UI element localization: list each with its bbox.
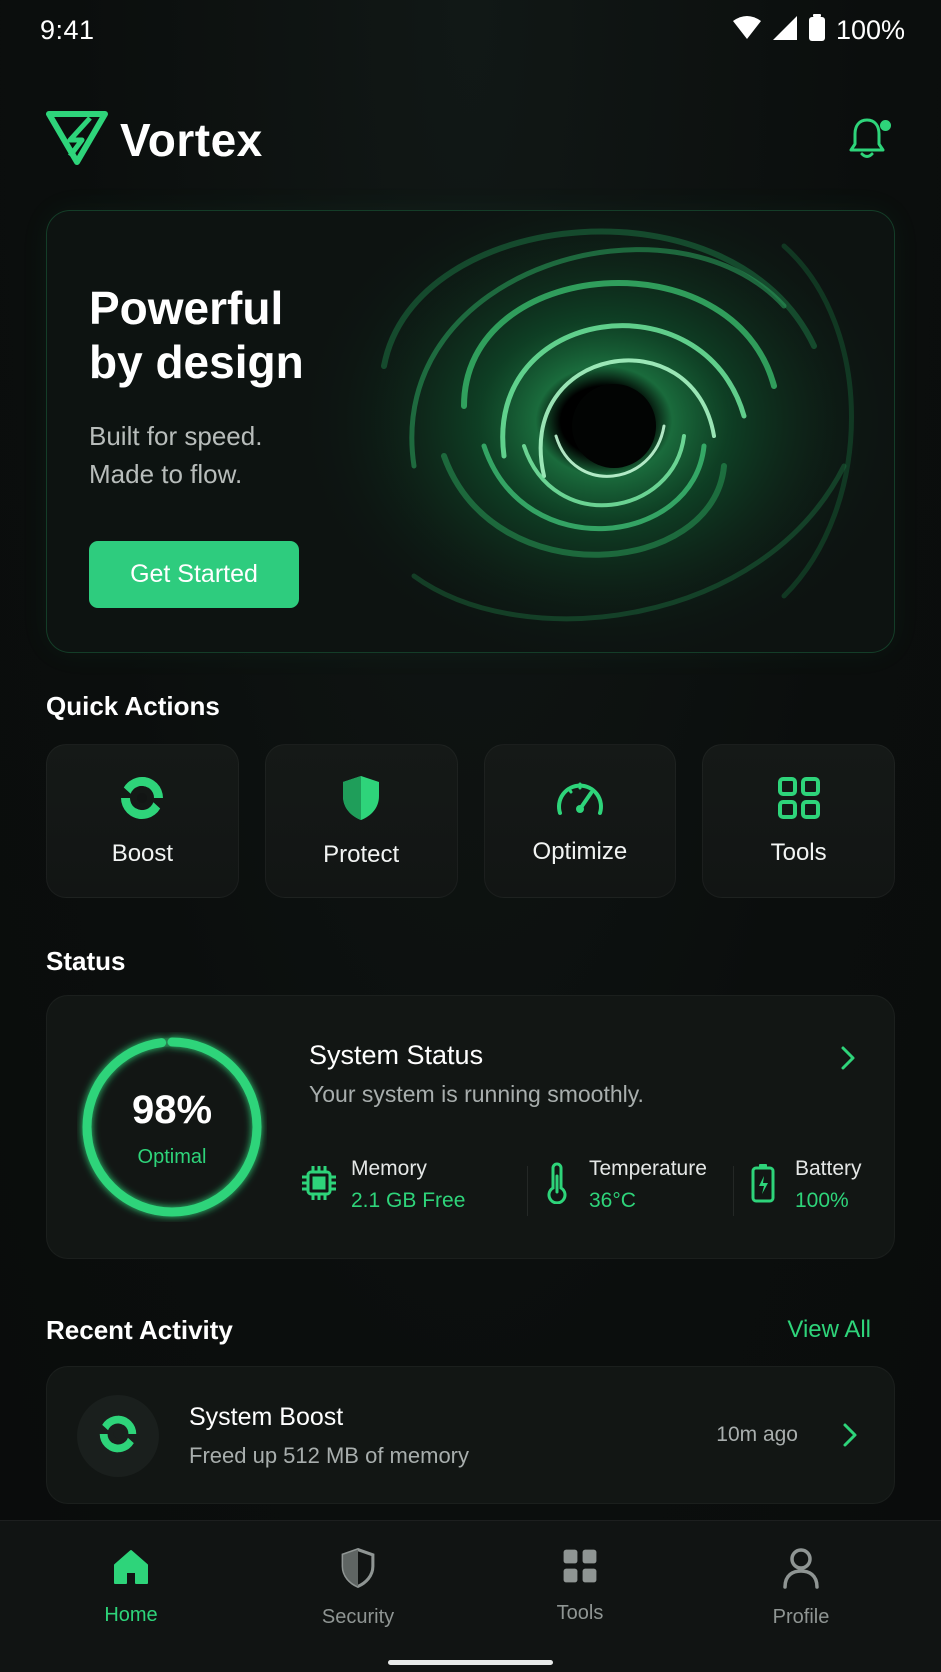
- app-header: Vortex: [46, 104, 895, 176]
- activity-item[interactable]: System Boost Freed up 512 MB of memory 1…: [46, 1366, 895, 1504]
- nav-item-tools[interactable]: Tools: [490, 1547, 670, 1625]
- nav-item-security[interactable]: Security: [268, 1547, 448, 1629]
- nav-item-home[interactable]: Home: [41, 1547, 221, 1627]
- quick-action-tools[interactable]: Tools: [702, 744, 895, 898]
- metric-name: Temperature: [589, 1157, 707, 1180]
- cellular-signal-icon: [772, 15, 798, 46]
- hero-subtitle: Built for speed. Made to flow.: [89, 417, 389, 493]
- shield-icon: [339, 1547, 377, 1594]
- nav-label: Home: [104, 1604, 158, 1626]
- metric-divider: [527, 1166, 528, 1216]
- brand-name: Vortex: [120, 114, 263, 166]
- chevron-right-icon[interactable]: [832, 1042, 864, 1074]
- home-icon: [111, 1547, 151, 1592]
- hero-title-line2: by design: [89, 336, 304, 388]
- nav-label: Profile: [772, 1606, 830, 1628]
- swirl-icon: [119, 775, 165, 826]
- metric-name: Memory: [351, 1157, 427, 1180]
- hero-subtitle-line1: Built for speed.: [89, 421, 263, 451]
- battery-status-icon: [808, 13, 826, 47]
- quick-action-label: Tools: [770, 838, 827, 866]
- shield-icon: [340, 774, 382, 827]
- hero-card: Powerful by design Built for speed. Made…: [46, 210, 895, 653]
- battery-icon: [743, 1160, 783, 1206]
- hero-title: Powerful by design: [89, 281, 409, 389]
- quick-action-label: Protect: [323, 840, 400, 868]
- activity-icon-container: [77, 1395, 159, 1477]
- swirl-icon: [98, 1414, 138, 1459]
- notification-badge: [880, 120, 891, 131]
- system-status-card[interactable]: 98% Optimal System Status Your system is…: [46, 995, 895, 1259]
- status-section-title: Status: [46, 946, 126, 976]
- person-icon: [782, 1547, 820, 1594]
- hero-title-line1: Powerful: [89, 282, 284, 334]
- status-bar: 9:41 100%: [0, 0, 941, 60]
- metric-value: 100%: [795, 1189, 849, 1212]
- bottom-navigation: Home Security Tools Profile: [0, 1520, 941, 1672]
- metric-battery: Battery 100%: [743, 1154, 862, 1218]
- nav-label: Tools: [556, 1602, 604, 1624]
- hero-subtitle-line2: Made to flow.: [89, 459, 243, 489]
- quick-actions-grid: Boost Protect Optimize Tools: [46, 744, 895, 898]
- get-started-button[interactable]: Get Started: [89, 541, 299, 608]
- quick-action-boost[interactable]: Boost: [46, 744, 239, 898]
- quick-actions-title: Quick Actions: [46, 691, 220, 721]
- grid-icon: [561, 1547, 599, 1590]
- metric-memory: Memory 2.1 GB Free: [299, 1154, 465, 1218]
- chip-icon: [299, 1160, 339, 1206]
- metric-value: 2.1 GB Free: [351, 1189, 466, 1212]
- metric-text: Battery 100%: [795, 1154, 862, 1218]
- view-all-link[interactable]: View All: [787, 1316, 871, 1344]
- activity-subtitle: Freed up 512 MB of memory: [189, 1443, 470, 1468]
- activity-title: System Boost: [189, 1403, 344, 1431]
- chevron-right-icon[interactable]: [834, 1419, 866, 1451]
- nav-item-profile[interactable]: Profile: [711, 1547, 891, 1629]
- app-screen: 9:41 100% Vortex Powerful by design Buil…: [0, 0, 941, 1672]
- metric-text: Temperature 36°C: [589, 1154, 707, 1218]
- grid-icon: [777, 776, 821, 825]
- home-indicator[interactable]: [388, 1660, 553, 1665]
- nav-label: Security: [321, 1606, 395, 1628]
- status-percent: 98%: [131, 1088, 213, 1132]
- metric-name: Battery: [795, 1157, 862, 1180]
- metric-text: Memory 2.1 GB Free: [351, 1154, 465, 1218]
- thermometer-icon: [537, 1160, 577, 1206]
- brand: Vortex: [46, 110, 263, 171]
- quick-action-protect[interactable]: Protect: [264, 744, 458, 898]
- battery-percent: 100%: [835, 14, 905, 45]
- notifications-button[interactable]: [839, 112, 895, 168]
- status-rating: Optimal: [137, 1146, 207, 1168]
- metric-divider: [733, 1166, 734, 1216]
- quick-action-label: Boost: [111, 839, 174, 867]
- quick-action-optimize[interactable]: Optimize: [483, 744, 677, 898]
- speedometer-icon: [555, 777, 605, 824]
- status-time: 9:41: [40, 14, 95, 45]
- wifi-icon: [732, 15, 762, 46]
- metric-value: 36°C: [589, 1189, 636, 1212]
- status-icons: 100%: [732, 13, 905, 47]
- metric-temperature: Temperature 36°C: [537, 1154, 707, 1218]
- vortex-logo-icon: [46, 110, 108, 171]
- activity-time: 10m ago: [716, 1423, 798, 1446]
- system-status-subtitle: Your system is running smoothly.: [309, 1081, 644, 1107]
- quick-action-label: Optimize: [532, 837, 628, 865]
- recent-activity-title: Recent Activity: [46, 1315, 233, 1345]
- system-status-title: System Status: [309, 1040, 484, 1070]
